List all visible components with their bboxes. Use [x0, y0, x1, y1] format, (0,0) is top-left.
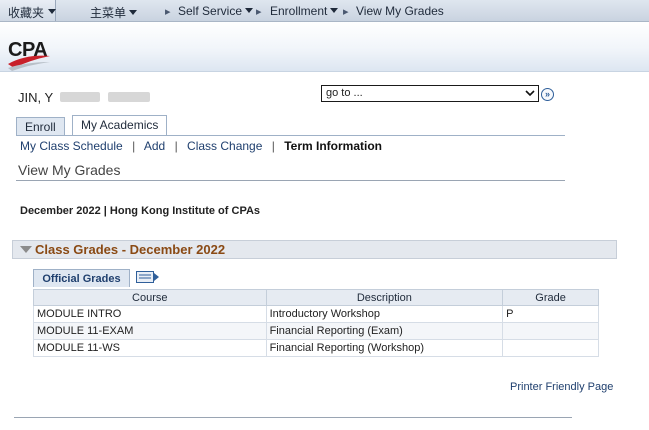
- enrollment-label: Enrollment: [270, 4, 328, 18]
- column-header-description[interactable]: Description: [265, 289, 504, 306]
- column-header-grade[interactable]: Grade: [502, 289, 599, 306]
- tab-official-grades-label: Official Grades: [42, 273, 121, 285]
- redacted-block: [108, 92, 150, 102]
- tab-official-grades[interactable]: Official Grades: [33, 269, 130, 287]
- goto-select-value: go to ...: [326, 87, 363, 99]
- sub-navigation: My Class Schedule | Add | Class Change |…: [20, 139, 382, 153]
- breadcrumb-separator-icon: ▸: [343, 6, 349, 18]
- separator: |: [271, 139, 275, 153]
- separator: |: [132, 139, 136, 153]
- tab-my-academics[interactable]: My Academics: [72, 115, 168, 135]
- show-all-columns-icon[interactable]: [136, 271, 160, 283]
- tab-my-academics-label: My Academics: [81, 118, 159, 132]
- breadcrumb-separator-icon: ▸: [165, 6, 171, 18]
- breadcrumb-enrollment[interactable]: Enrollment: [270, 4, 339, 18]
- tab-enroll[interactable]: Enroll: [16, 117, 65, 135]
- link-my-class-schedule[interactable]: My Class Schedule: [20, 139, 123, 153]
- table-row: MODULE 11-EXAM Financial Reporting (Exam…: [33, 322, 599, 340]
- favorites-label: 收藏夹: [8, 6, 45, 20]
- cell-course: MODULE 11-EXAM: [33, 322, 267, 340]
- title-divider: [16, 180, 565, 181]
- redacted-block: [60, 92, 100, 102]
- favorites-menu[interactable]: 收藏夹: [0, 0, 56, 21]
- cell-grade: [502, 322, 599, 340]
- table-row: MODULE 11-WS Financial Reporting (Worksh…: [33, 339, 599, 357]
- chevron-down-icon: [525, 90, 535, 97]
- current-term-information: Term Information: [284, 139, 382, 153]
- cell-course: MODULE 11-WS: [33, 339, 267, 357]
- bottom-divider: [14, 417, 572, 418]
- table-row: MODULE INTRO Introductory Workshop P: [33, 305, 599, 323]
- double-chevron-right-icon: »: [544, 89, 550, 99]
- cell-description: Financial Reporting (Exam): [265, 322, 504, 340]
- tab-divider: [16, 135, 565, 136]
- cell-description: Introductory Workshop: [265, 305, 504, 323]
- breadcrumb-self-service[interactable]: Self Service: [178, 4, 254, 18]
- grades-table: Course Description Grade MODULE INTRO In…: [33, 289, 599, 357]
- separator: |: [174, 139, 178, 153]
- student-name: JIN, Y: [18, 90, 54, 105]
- chevron-down-icon: [48, 9, 56, 14]
- top-navigation-bar: 收藏夹 主菜单 ▸ Self Service ▸ Enrollment ▸ Vi…: [0, 0, 649, 22]
- cell-grade: [502, 339, 599, 357]
- cell-grade: P: [502, 305, 599, 323]
- section-title: Class Grades - December 2022: [35, 242, 226, 257]
- breadcrumb-separator-icon: ▸: [256, 6, 262, 18]
- column-header-course[interactable]: Course: [33, 289, 267, 306]
- collapse-triangle-icon[interactable]: [20, 246, 32, 253]
- chevron-down-icon: [129, 10, 138, 15]
- printer-friendly-link[interactable]: Printer Friendly Page: [510, 381, 613, 393]
- go-button[interactable]: »: [541, 88, 554, 101]
- link-class-change[interactable]: Class Change: [187, 139, 262, 153]
- page-title: View My Grades: [18, 162, 121, 178]
- chevron-down-icon: [245, 8, 254, 13]
- term-label: December 2022 | Hong Kong Institute of C…: [20, 205, 261, 217]
- cell-course: MODULE INTRO: [33, 305, 267, 323]
- tab-enroll-label: Enroll: [25, 120, 56, 134]
- chevron-down-icon: [330, 8, 339, 13]
- breadcrumb-current: View My Grades: [356, 4, 444, 18]
- logo-swoosh-icon: [8, 55, 50, 71]
- header-band: [0, 22, 649, 72]
- cell-description: Financial Reporting (Workshop): [265, 339, 504, 357]
- link-add[interactable]: Add: [144, 139, 165, 153]
- table-header-row: Course Description Grade: [33, 289, 599, 306]
- self-service-label: Self Service: [178, 4, 243, 18]
- class-grades-section-header[interactable]: Class Grades - December 2022: [12, 240, 617, 259]
- main-menu-label: 主菜单: [90, 6, 127, 20]
- main-menu[interactable]: 主菜单: [90, 4, 138, 21]
- goto-select[interactable]: go to ...: [321, 85, 539, 102]
